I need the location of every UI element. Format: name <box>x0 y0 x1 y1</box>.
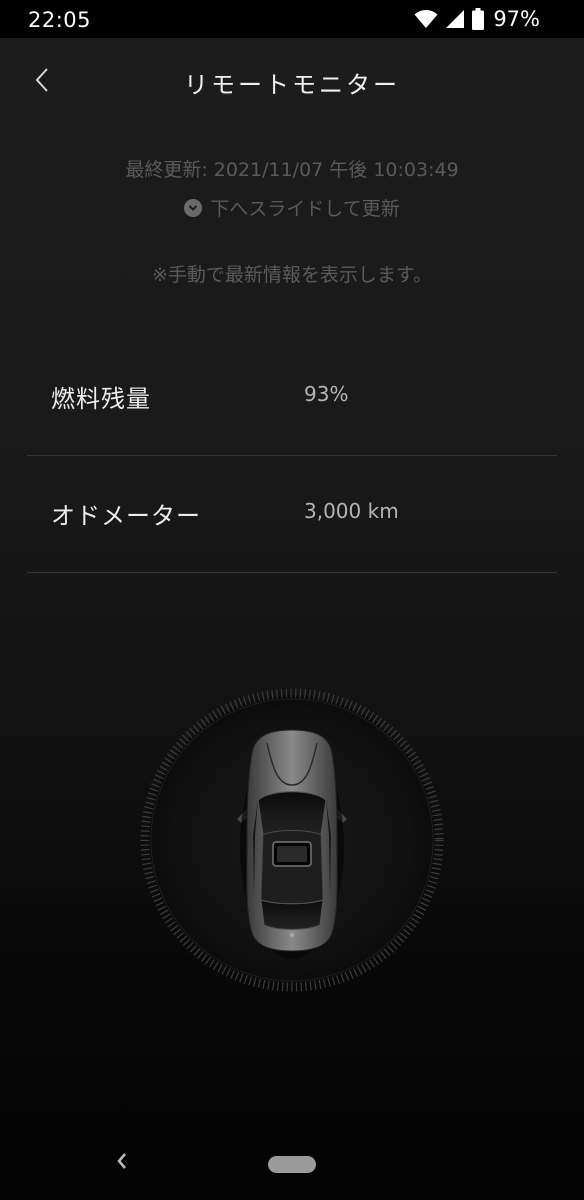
odometer-row: オドメーター 3,000 km <box>27 456 557 573</box>
page-title: リモートモニター <box>184 71 400 99</box>
slide-hint-label: 下へスライドして更新 <box>210 198 400 220</box>
app-header: リモートモニター <box>0 38 584 126</box>
odometer-label: オドメーター <box>51 502 201 530</box>
fuel-level-value: 93% <box>304 382 349 406</box>
odometer-value: 3,000 km <box>304 499 399 523</box>
home-pill[interactable] <box>268 1156 316 1173</box>
nav-back-icon <box>116 1152 128 1174</box>
last-updated-text: 最終更新: 2021/11/07 午後 10:03:49 <box>125 159 459 181</box>
status-time: 22:05 <box>28 8 92 32</box>
status-icons: 97% <box>414 6 540 32</box>
fuel-level-row: 燃料残量 93% <box>27 339 557 456</box>
battery-percent: 97% <box>493 7 540 31</box>
slide-to-refresh-hint: 下へスライドして更新 <box>0 194 584 221</box>
manual-refresh-note: ※手動で最新情報を表示します。 <box>151 264 433 286</box>
cellular-signal-icon <box>445 9 465 29</box>
remote-monitor-screen: 22:05 97% リモートモニター 最終更新: 2021/11/07 午後 1… <box>0 0 584 1200</box>
car-body <box>237 729 347 959</box>
wifi-icon <box>414 9 438 29</box>
status-bar: 22:05 97% <box>0 0 584 38</box>
chevron-down-circle-icon <box>184 198 203 217</box>
fuel-level-label: 燃料残量 <box>51 385 151 413</box>
car-top-view-icon <box>140 688 444 992</box>
car-status-dial <box>137 685 447 995</box>
nav-back-button[interactable] <box>111 1152 133 1174</box>
battery-icon <box>472 8 485 30</box>
